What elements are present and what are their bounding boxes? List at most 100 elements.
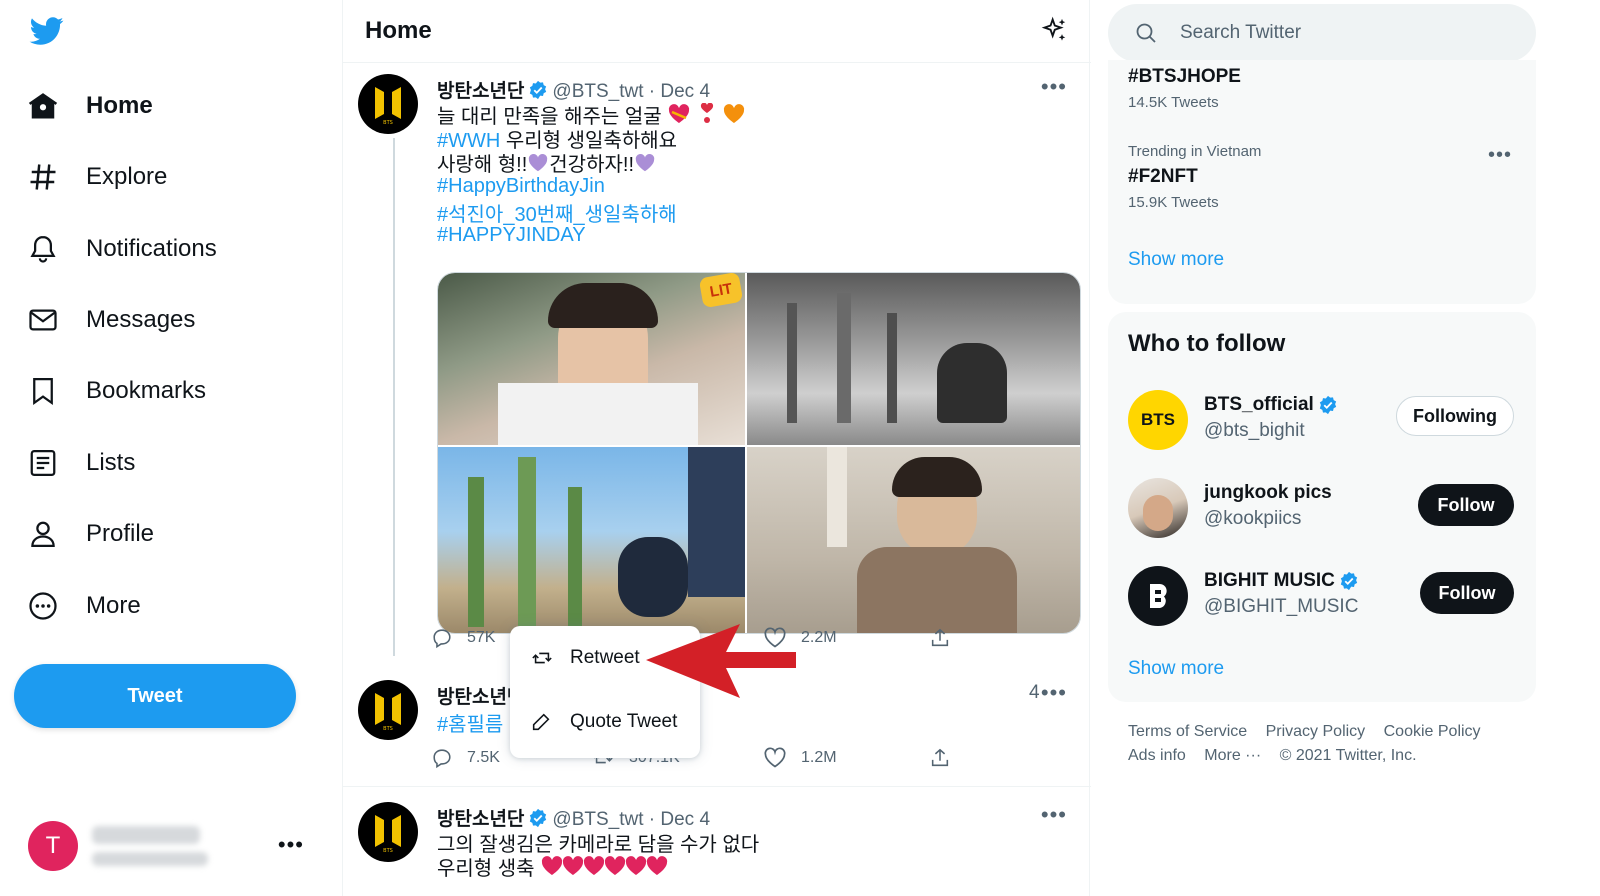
heart-with-ribbon-emoji-icon: [540, 855, 668, 883]
hashtag-link[interactable]: #HAPPYJINDAY: [437, 224, 586, 247]
lit-sticker: LIT: [698, 273, 744, 309]
annotation-arrow-icon: [646, 624, 796, 698]
show-more-link[interactable]: Show more: [1128, 249, 1224, 271]
footer-links: Terms of Service Privacy Policy Cookie P…: [1128, 720, 1548, 768]
account-name-row: BTS_official: [1204, 394, 1338, 416]
tweet-header: 방탄소년단 @BTS_twt · Dec 4: [437, 76, 710, 103]
account-name: jungkook pics: [1204, 482, 1332, 503]
nav-label: Notifications: [86, 235, 217, 262]
like-button[interactable]: 1.2M: [763, 747, 837, 769]
footer-link[interactable]: Cookie Policy: [1384, 723, 1481, 740]
tweet-photo[interactable]: [438, 447, 745, 633]
share-button[interactable]: [929, 627, 951, 649]
hashtag-icon: [26, 160, 60, 194]
tweet-author-name[interactable]: 방탄소년단: [437, 76, 524, 103]
home-icon: [26, 89, 60, 123]
nav-label: Lists: [86, 449, 136, 476]
footer-row: Terms of Service Privacy Policy Cookie P…: [1128, 720, 1548, 744]
bighit-logo-icon: [1150, 584, 1167, 608]
tweet-photo[interactable]: [747, 447, 1080, 633]
nav-notifications[interactable]: Notifications: [26, 224, 217, 274]
tweet-text: 건강하자!!: [549, 154, 634, 176]
hashtag-link[interactable]: #HappyBirthdayJin: [437, 175, 605, 198]
like-count: 1.2M: [801, 749, 837, 766]
follow-suggestion[interactable]: BIGHIT MUSIC @BIGHIT_MUSIC Follow: [1128, 564, 1514, 628]
more-dots-icon: •••: [277, 832, 304, 857]
tweet-more-icon[interactable]: •••: [1041, 680, 1067, 706]
retweet-label: Retweet: [570, 647, 640, 668]
trend-context: Trending in Vietnam: [1128, 143, 1262, 160]
trend-more-icon[interactable]: •••: [1488, 144, 1512, 167]
sparkle-icon[interactable]: [1041, 16, 1069, 44]
avatar[interactable]: BTS: [358, 680, 418, 740]
svg-text:BTS: BTS: [383, 848, 393, 853]
follow-button[interactable]: Follow: [1420, 572, 1514, 614]
avatar[interactable]: BTS: [358, 74, 418, 134]
reply-icon: [433, 629, 451, 649]
envelope-icon: [26, 303, 60, 337]
footer-link[interactable]: More ···: [1204, 747, 1261, 764]
trend-name[interactable]: #BTSJHOPE: [1128, 66, 1241, 88]
tweet-photo[interactable]: [747, 273, 1080, 445]
search-icon: [1136, 23, 1156, 43]
account-switcher[interactable]: T •••: [28, 818, 318, 874]
tweet-more-icon[interactable]: •••: [1041, 74, 1067, 100]
tweet-more-icon[interactable]: •••: [1041, 802, 1067, 828]
account-name-blurred: [92, 826, 208, 866]
search-input[interactable]: Search Twitter: [1108, 4, 1536, 62]
nav-explore[interactable]: Explore: [26, 152, 167, 202]
share-icon: [931, 748, 949, 767]
footer-link[interactable]: Privacy Policy: [1266, 723, 1366, 740]
reply-button[interactable]: 7.5K: [431, 747, 500, 769]
tweet-date[interactable]: 4: [1029, 682, 1040, 704]
nav-lists[interactable]: Lists: [26, 438, 135, 488]
tweet-media-grid: LIT: [437, 272, 1081, 634]
search-placeholder: Search Twitter: [1180, 22, 1302, 43]
verified-badge-icon: [1318, 395, 1338, 415]
avatar[interactable]: BTS: [358, 802, 418, 862]
nav-label: Bookmarks: [86, 377, 207, 404]
reply-count: 57K: [467, 629, 496, 646]
avatar: [1128, 566, 1188, 626]
show-more-link[interactable]: Show more: [1128, 658, 1224, 680]
tweet-photo[interactable]: LIT: [438, 273, 745, 445]
copyright: © 2021 Twitter, Inc.: [1279, 747, 1417, 764]
list-icon: [26, 446, 60, 480]
left-sidebar: Home Explore Notifications Messages Book…: [0, 0, 338, 896]
footer-link[interactable]: Terms of Service: [1128, 723, 1247, 740]
hashtag-link[interactable]: #홈필름: [437, 708, 503, 737]
nav-label: Home: [86, 92, 153, 119]
tweet-text: 우리형 생축: [437, 858, 535, 880]
account-name: BTS_official: [1204, 394, 1314, 415]
orange-heart-emoji-icon: [722, 103, 746, 131]
person-icon: [26, 517, 60, 551]
tweet-author-name[interactable]: 방탄소년단: [437, 804, 524, 831]
share-button[interactable]: [929, 747, 951, 769]
nav-messages[interactable]: Messages: [26, 295, 195, 345]
nav-bookmarks[interactable]: Bookmarks: [26, 366, 206, 416]
trend-name[interactable]: #F2NFT: [1128, 166, 1198, 188]
thread-line: [393, 138, 395, 656]
follow-suggestion[interactable]: jungkook pics @kookpiics Follow: [1128, 476, 1514, 540]
hashtag-link[interactable]: #석진아_30번째_생일축하해: [437, 198, 677, 227]
nav-profile[interactable]: Profile: [26, 509, 154, 559]
who-to-follow-title: Who to follow: [1128, 330, 1286, 357]
trend-count: 14.5K Tweets: [1128, 94, 1219, 111]
svg-text:BTS: BTS: [383, 726, 393, 731]
bookmark-icon: [26, 374, 60, 408]
nav-home[interactable]: Home: [26, 81, 153, 131]
account-name: BIGHIT MUSIC: [1204, 570, 1335, 591]
nav-label: Profile: [86, 520, 155, 547]
footer-link[interactable]: Ads info: [1128, 747, 1186, 764]
nav-more[interactable]: More: [26, 581, 141, 631]
following-button[interactable]: Following: [1396, 396, 1514, 436]
tweet-button[interactable]: Tweet: [14, 664, 296, 728]
reply-icon: [433, 749, 451, 769]
quote-tweet-label: Quote Tweet: [570, 711, 678, 732]
tweet-text: 사랑해 형!!: [437, 154, 528, 176]
reply-button[interactable]: 57K: [431, 627, 495, 649]
twitter-logo-icon[interactable]: [28, 14, 66, 48]
avatar: [1128, 478, 1188, 538]
follow-button[interactable]: Follow: [1418, 484, 1514, 526]
follow-suggestion[interactable]: BTS BTS_official @bts_bighit Following: [1128, 388, 1514, 452]
